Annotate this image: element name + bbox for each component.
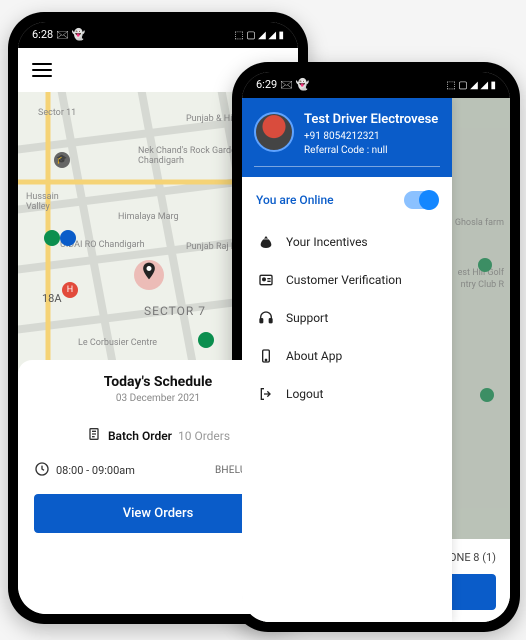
referral-code: Referral Code : null bbox=[304, 145, 438, 156]
idcard-icon bbox=[258, 272, 274, 288]
user-name: Test Driver Electrovese bbox=[304, 112, 438, 128]
screen-right: 6:29 🖂 👻 ⬚ ▢ ◢ ◢ ▮ Ghosla farm est Hill … bbox=[242, 72, 510, 622]
menu-item-label: Logout bbox=[286, 387, 323, 401]
map-label: Himalaya Marg bbox=[118, 212, 179, 222]
status-left-icons: 🖂 👻 bbox=[56, 28, 85, 41]
batch-order-label: Batch Order bbox=[108, 429, 172, 443]
divider bbox=[254, 166, 440, 167]
map-pin-icon bbox=[44, 230, 60, 246]
menu-item-support[interactable]: Support bbox=[242, 299, 452, 337]
moneybag-icon bbox=[258, 234, 274, 250]
online-status-label: You are Online bbox=[256, 193, 334, 207]
menu-item-label: Your Incentives bbox=[286, 235, 368, 249]
logout-icon bbox=[258, 386, 274, 402]
headset-icon bbox=[258, 310, 274, 326]
map-pin-icon: 🎓 bbox=[54, 152, 70, 168]
status-left-icons: 🖂 👻 bbox=[280, 78, 309, 91]
batch-order-count: 10 Orders bbox=[178, 429, 230, 443]
menu-item-verification[interactable]: Customer Verification bbox=[242, 261, 452, 299]
location-pin-icon bbox=[134, 260, 164, 290]
map-label: Le Corbusier Centre bbox=[78, 338, 157, 348]
user-phone: +91 8054212321 bbox=[304, 131, 438, 142]
map-pin-icon bbox=[198, 332, 214, 348]
map-label: 18A bbox=[42, 292, 62, 305]
phone-icon bbox=[258, 348, 274, 364]
map-pin-icon: H bbox=[62, 282, 78, 298]
online-toggle[interactable] bbox=[404, 191, 438, 209]
map-label: SECTOR 7 bbox=[144, 304, 206, 318]
menu-item-incentives[interactable]: Your Incentives bbox=[242, 223, 452, 261]
clipboard-icon bbox=[86, 426, 102, 445]
status-time: 6:28 🖂 👻 bbox=[32, 26, 85, 45]
menu-item-label: Support bbox=[286, 311, 328, 325]
drawer-menu: Your Incentives Customer Verification Su… bbox=[242, 219, 452, 417]
menu-icon[interactable] bbox=[32, 63, 52, 77]
clock-icon bbox=[34, 461, 50, 480]
drawer-screen-body: Ghosla farm est Hill Golf ntry Club R ZO… bbox=[242, 98, 510, 622]
menu-item-label: About App bbox=[286, 349, 342, 363]
status-bar: 6:28 🖂 👻 ⬚ ▢ ◢ ◢ ▮ bbox=[18, 22, 298, 48]
map-label: Hussain Valley bbox=[26, 192, 76, 212]
status-time: 6:29 🖂 👻 bbox=[256, 76, 309, 95]
map-pin-icon bbox=[60, 230, 76, 246]
phone-right: 6:29 🖂 👻 ⬚ ▢ ◢ ◢ ▮ Ghosla farm est Hill … bbox=[232, 62, 520, 632]
navigation-drawer: Test Driver Electrovese +91 8054212321 R… bbox=[242, 98, 452, 622]
map-label: Sector 11 bbox=[38, 108, 76, 118]
avatar[interactable] bbox=[254, 112, 294, 152]
online-status-row: You are Online bbox=[242, 177, 452, 219]
time-range: 08:00 - 09:00am bbox=[56, 464, 135, 477]
menu-item-about[interactable]: About App bbox=[242, 337, 452, 375]
status-right-icons: ⬚ ▢ ◢ ◢ ▮ bbox=[446, 80, 496, 91]
status-bar: 6:29 🖂 👻 ⬚ ▢ ◢ ◢ ▮ bbox=[242, 72, 510, 98]
menu-item-logout[interactable]: Logout bbox=[242, 375, 452, 413]
status-right-icons: ⬚ ▢ ◢ ◢ ▮ bbox=[234, 30, 284, 41]
drawer-header: Test Driver Electrovese +91 8054212321 R… bbox=[242, 98, 452, 177]
menu-item-label: Customer Verification bbox=[286, 273, 402, 287]
